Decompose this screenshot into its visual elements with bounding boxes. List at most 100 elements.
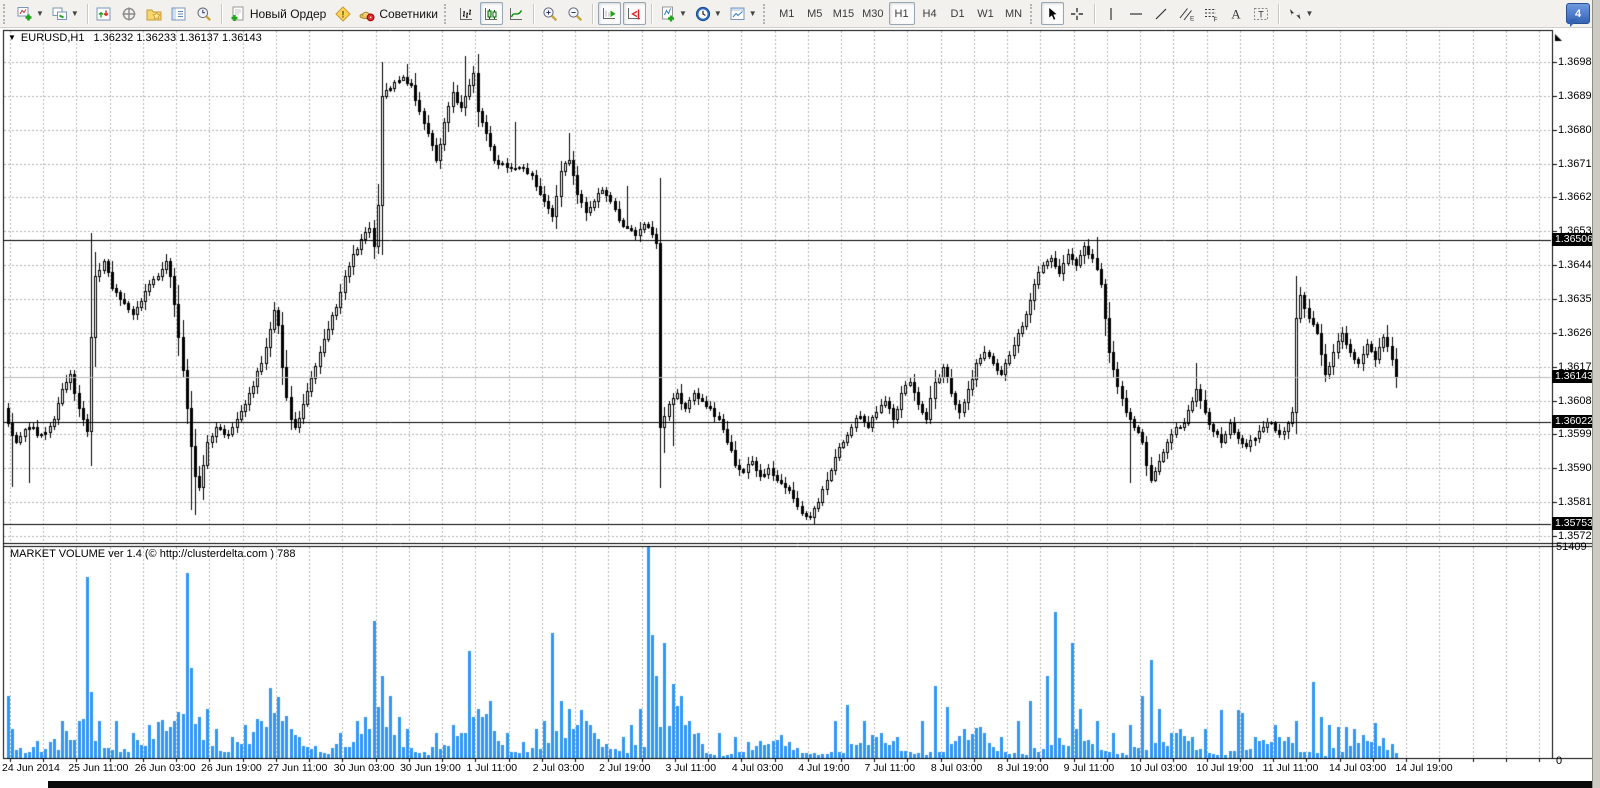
channel-icon: E: [1178, 6, 1194, 22]
toolbar-button-expert-advisors[interactable]: Советники: [356, 2, 441, 25]
dropdown-arrow-icon[interactable]: ▼: [749, 9, 757, 18]
toolbar-button-zoom-in[interactable]: [539, 2, 562, 25]
toolbar-button-text-label[interactable]: T: [1250, 2, 1273, 25]
trendline-icon: [1153, 6, 1169, 22]
toolbar-button-terminal[interactable]: [168, 2, 191, 25]
tester-icon: [196, 6, 212, 22]
toolbar-button-tf-m5[interactable]: M5: [802, 2, 828, 25]
price-line-label: 1.36143: [1552, 370, 1596, 383]
toolbar-button-line-chart[interactable]: [505, 2, 528, 25]
toolbar-grip: [443, 3, 450, 24]
toolbar-button-tf-m1[interactable]: M1: [774, 2, 800, 25]
time-tick-label: 1 Jul 11:00: [466, 762, 518, 774]
toolbar-separator: [1277, 3, 1279, 24]
toolbar-button-vertical-line[interactable]: [1100, 2, 1123, 25]
toolbar-button-equidistant-channel[interactable]: E: [1175, 2, 1198, 25]
time-tick-label: 14 Jul 19:00: [1395, 762, 1453, 774]
toolbar-button-bar-chart[interactable]: [455, 2, 478, 25]
arrows-tool-icon: [1287, 6, 1303, 22]
toolbar-button-templates[interactable]: ▼: [727, 2, 760, 25]
toolbar-separator: [1093, 3, 1095, 24]
clock-icon: [695, 6, 711, 22]
toolbar-button-text[interactable]: A: [1225, 2, 1248, 25]
toolbar-button-metaeditor-alert[interactable]: !: [331, 2, 354, 25]
toolbar-button-navigator[interactable]: [143, 2, 166, 25]
chart-canvas[interactable]: [0, 28, 1600, 788]
toolbar-button-label: W1: [977, 7, 994, 20]
toolbar-button-crosshair[interactable]: [1066, 2, 1089, 25]
terminal-icon: [171, 6, 187, 22]
toolbar-button-auto-scroll[interactable]: [597, 2, 621, 25]
data-window-icon: [121, 6, 137, 22]
toolbar-button-tf-w1[interactable]: W1: [973, 2, 999, 25]
toolbar-button-new-order[interactable]: Новый Ордер: [227, 2, 329, 25]
mt4-window: { "toolbar": { "toolbars": [ {"name":"st…: [0, 0, 1600, 788]
bars-icon: [458, 6, 474, 22]
candles-icon: [483, 6, 499, 22]
new-order-icon: [230, 6, 246, 22]
toolbar-button-tf-m30[interactable]: M30: [859, 2, 886, 25]
toolbar-button-label: M30: [862, 7, 884, 20]
navigator-icon: [146, 6, 162, 22]
toolbar-button-label: H1: [894, 7, 909, 20]
toolbar-button-tf-d1[interactable]: D1: [945, 2, 971, 25]
price-line-label: 1.36506: [1552, 233, 1596, 246]
toolbar-button-horizontal-line[interactable]: [1125, 2, 1148, 25]
toolbar-separator: [220, 3, 222, 24]
time-tick-label: 30 Jun 19:00: [400, 762, 461, 774]
toolbar-button-tf-m15[interactable]: M15: [830, 2, 857, 25]
window-bottom-edge: [48, 781, 1600, 788]
warning-icon: !: [335, 5, 351, 22]
time-tick-label: 3 Jul 11:00: [665, 762, 717, 774]
shift-icon: [626, 6, 642, 22]
toolbar-button-label: MN: [1004, 7, 1023, 20]
profiles-icon: [52, 6, 68, 22]
toolbar-button-cursor[interactable]: [1040, 2, 1064, 25]
time-tick-label: 10 Jul 19:00: [1196, 762, 1254, 774]
time-tick-label: 24 Jun 2014: [2, 762, 60, 774]
linechart-icon: [508, 6, 524, 22]
toolbar-button-fibonacci[interactable]: F: [1200, 2, 1223, 25]
toolbar-button-data-window[interactable]: [118, 2, 141, 25]
toolbar-separator: [532, 3, 534, 24]
dropdown-arrow-icon[interactable]: ▼: [714, 9, 722, 18]
svg-text:F: F: [1214, 16, 1218, 22]
dropdown-arrow-icon[interactable]: ▼: [71, 9, 79, 18]
toolbar-button-chart-shift[interactable]: [622, 2, 646, 25]
toolbar-button-profiles[interactable]: ▼: [49, 2, 82, 25]
toolbar-button-trendline[interactable]: [1150, 2, 1173, 25]
toolbar-button-new-chart[interactable]: ▼: [14, 2, 47, 25]
toolbar-button-tf-mn[interactable]: MN: [1001, 2, 1027, 25]
toolbar-button-indicators-list[interactable]: ▼: [657, 2, 690, 25]
toolbar-button-label: M1: [779, 7, 795, 20]
chart-title: ▼ EURUSD,H1 1.36232 1.36233 1.36137 1.3614…: [8, 32, 262, 44]
svg-text:E: E: [1190, 15, 1194, 22]
toolbar-button-candlestick-chart[interactable]: [479, 2, 503, 25]
experts-icon: [359, 6, 375, 22]
dropdown-arrow-icon[interactable]: ▼: [679, 9, 687, 18]
volume-scale-min: 0: [1556, 755, 1563, 767]
toolbar-button-tf-h1[interactable]: H1: [888, 2, 915, 25]
chat-notification-badge[interactable]: 4: [1566, 3, 1590, 27]
toolbar-button-periods[interactable]: ▼: [692, 2, 725, 25]
time-tick-label: 26 Jun 03:00: [134, 762, 196, 774]
time-tick-label: 14 Jul 03:00: [1329, 762, 1387, 774]
indicators-icon: [660, 6, 676, 22]
time-tick-label: 8 Jul 19:00: [997, 762, 1049, 774]
vline-icon: [1103, 6, 1119, 22]
volume-scale-max: 51409: [1556, 541, 1587, 553]
toolbar-button-market-watch[interactable]: [93, 2, 116, 25]
toolbar-button-arrows[interactable]: ▼: [1284, 2, 1317, 25]
toolbar-button-strategy-tester[interactable]: [193, 2, 216, 25]
crosshair-icon: [1069, 6, 1085, 22]
indicator-title: MARKET VOLUME ver 1.4 (© http://clusterd…: [10, 548, 296, 560]
svg-text:!: !: [341, 9, 344, 19]
time-tick-label: 11 Jul 11:00: [1262, 762, 1319, 774]
dropdown-arrow-icon[interactable]: ▼: [36, 9, 44, 18]
time-tick-label: 26 Jun 19:00: [201, 762, 262, 774]
toolbar-button-zoom-out[interactable]: [564, 2, 587, 25]
template-icon: [730, 6, 746, 22]
dropdown-arrow-icon[interactable]: ▼: [1306, 9, 1314, 18]
toolbar-button-tf-h4[interactable]: H4: [917, 2, 943, 25]
time-tick-label: 9 Jul 11:00: [1063, 762, 1115, 774]
